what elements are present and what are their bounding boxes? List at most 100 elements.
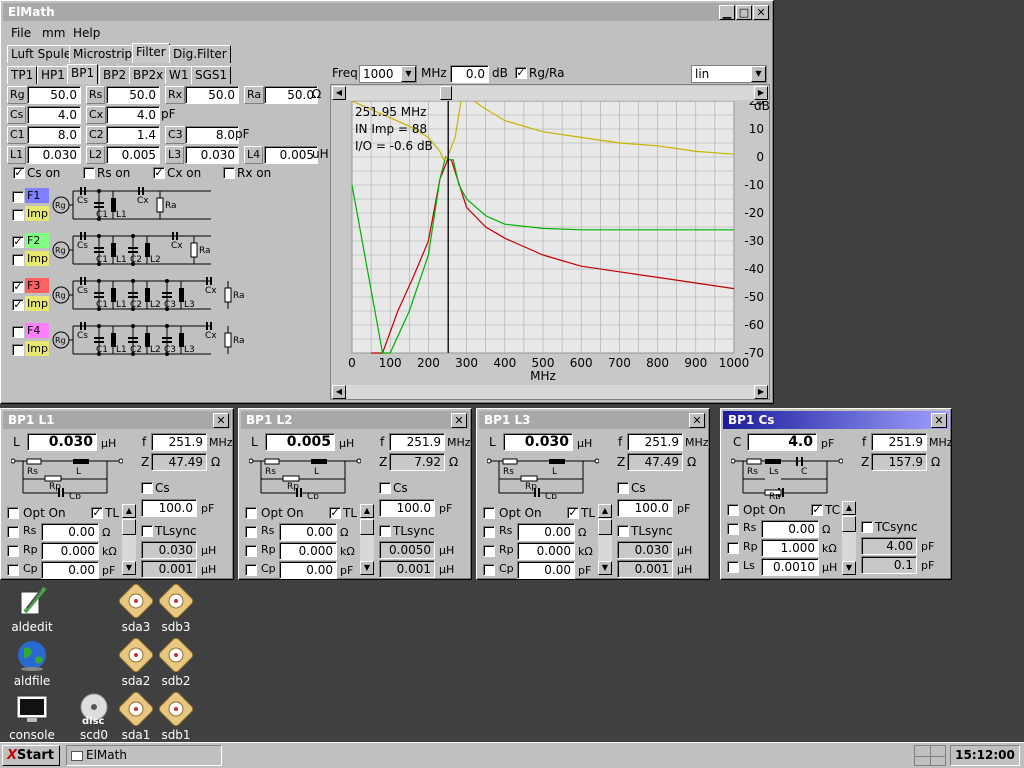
filter-f4-checkbox[interactable] [12,326,24,338]
response-chart[interactable]: 0 100 200 300 400 500 600 700 800 900 100020100-10… [331,101,769,391]
menu-file[interactable]: File [11,24,31,42]
scroll-up-button[interactable]: ▲ [360,504,374,518]
tab-luft-spule[interactable]: Luft Spule [7,45,76,63]
scroll-right-button[interactable]: ▶ [754,86,768,100]
rx-on-checkbox[interactable] [223,167,235,179]
param-input-rx[interactable]: 50.0 [185,86,239,104]
desktop-icon-sdb3[interactable]: sdb3 [148,583,204,634]
cs-value-input[interactable]: 100.0 [617,499,673,517]
opt-rs-input[interactable]: 0.00 [761,520,819,538]
rs-on-checkbox[interactable] [83,167,95,179]
subtab-hp1[interactable]: HP1 [37,66,69,84]
filter-f3-imp-checkbox[interactable]: ✓ [12,299,24,311]
opt-rs-checkbox[interactable] [7,526,19,538]
db-input[interactable]: 0.0 [450,65,489,83]
opt-cp-checkbox[interactable] [483,564,495,576]
filter-f2-imp-checkbox[interactable] [12,254,24,266]
frequency-value[interactable]: 251.9 [389,433,445,451]
opt-rs-input[interactable]: 0.00 [279,523,337,541]
scroll-up-button[interactable]: ▲ [598,504,612,518]
opt-ls-checkbox[interactable] [727,561,739,573]
tl-checkbox[interactable]: ✓ [329,507,341,519]
param-input-l3[interactable]: 0.030 [185,146,239,164]
opt-cp-input[interactable]: 0.00 [41,561,99,579]
scroll-left-button[interactable]: ◀ [332,385,346,399]
filter-f3-checkbox[interactable]: ✓ [12,281,24,293]
scrollbar-thumb[interactable] [598,519,612,535]
scroll-down-button[interactable]: ▼ [842,561,856,575]
start-button[interactable]: XStart [2,745,60,766]
opt-cp-checkbox[interactable] [7,564,19,576]
desktop-icon-aldfile[interactable]: aldfile [4,638,60,688]
param-input-cx[interactable]: 4.0 [106,106,160,124]
subtab-sgs1[interactable]: SGS1 [191,66,232,84]
menu-help[interactable]: Help [73,24,100,42]
desktop-icon-sdb1[interactable]: sdb1 [148,691,204,742]
opt-rs-checkbox[interactable] [483,526,495,538]
main-param-input[interactable]: 4.0 [747,433,817,451]
main-titlebar[interactable]: ElMath [3,3,771,21]
main-param-input[interactable]: 0.030 [27,433,97,451]
opt-on-checkbox[interactable] [245,507,257,519]
main-param-input[interactable]: 0.030 [503,433,573,451]
opt-rp-input[interactable]: 0.000 [41,542,99,560]
tl-checkbox[interactable]: ✓ [567,507,579,519]
opt-cp-input[interactable]: 0.00 [279,561,337,579]
close-button[interactable]: ✕ [689,413,705,428]
param-input-l2[interactable]: 0.005 [106,146,160,164]
desktop-icon-aldedit[interactable]: aldedit [4,584,60,634]
tl-checkbox[interactable]: ✓ [91,507,103,519]
close-button[interactable]: ✕ [931,413,947,428]
close-button[interactable]: ✕ [451,413,467,428]
scroll-left-button[interactable]: ◀ [332,86,346,100]
param-input-c3[interactable]: 8.0 [185,126,239,144]
opt-rs-checkbox[interactable] [245,526,257,538]
close-button[interactable]: ✕ [753,5,769,20]
scroll-right-button[interactable]: ▶ [754,385,768,399]
sync-checkbox[interactable] [617,525,629,537]
sync-checkbox[interactable] [861,521,873,533]
filter-f1-checkbox[interactable] [12,191,24,203]
opt-on-checkbox[interactable] [727,504,739,516]
opt-rp-input[interactable]: 0.000 [517,542,575,560]
filter-f2-checkbox[interactable]: ✓ [12,236,24,248]
cursor-slider-thumb[interactable] [440,86,452,100]
subtab-bp2x[interactable]: BP2x [129,66,168,84]
opt-on-checkbox[interactable] [483,507,495,519]
main-param-input[interactable]: 0.005 [265,433,335,451]
param-input-rg[interactable]: 50.0 [27,86,81,104]
pager[interactable] [914,745,946,766]
scroll-up-button[interactable]: ▲ [842,501,856,515]
bottom-scroll-track[interactable] [346,385,754,399]
scrollbar-thumb[interactable] [360,519,374,535]
filter-f4-imp-checkbox[interactable] [12,344,24,356]
opt-ls-input[interactable]: 0.0010 [761,558,819,576]
desktop-icon-console[interactable]: console [4,692,60,742]
opt-rs-input[interactable]: 0.00 [41,523,99,541]
close-button[interactable]: ✕ [213,413,229,428]
param-input-ra[interactable]: 50.0 [264,86,318,104]
param-input-l4[interactable]: 0.005 [264,146,318,164]
tab-dig-filter[interactable]: Dig.Filter [169,45,231,63]
param-input-l1[interactable]: 0.030 [27,146,81,164]
scale-select[interactable]: lin ▼ [691,65,767,83]
opt-rp-checkbox[interactable] [7,545,19,557]
opt-rp-input[interactable]: 1.000 [761,539,819,557]
cx-on-checkbox[interactable]: ✓ [153,167,165,179]
param-input-cs[interactable]: 4.0 [27,106,81,124]
opt-rp-checkbox[interactable] [245,545,257,557]
cs-value-input[interactable]: 100.0 [141,499,197,517]
scroll-down-button[interactable]: ▼ [122,561,136,575]
tl-checkbox[interactable]: ✓ [811,504,823,516]
subtab-w1[interactable]: W1 [165,66,193,84]
opt-rp-checkbox[interactable] [727,542,739,554]
opt-rs-checkbox[interactable] [727,523,739,535]
dialog-titlebar[interactable]: BP1 Cs [723,411,949,429]
dialog-titlebar[interactable]: BP1 L2 [241,411,469,429]
subtab-bp1[interactable]: BP1 [67,64,99,84]
subtab-bp2[interactable]: BP2 [99,66,131,84]
cs-checkbox[interactable] [141,482,153,494]
opt-rp-checkbox[interactable] [483,545,495,557]
cs-checkbox[interactable] [379,482,391,494]
cs-checkbox[interactable] [617,482,629,494]
